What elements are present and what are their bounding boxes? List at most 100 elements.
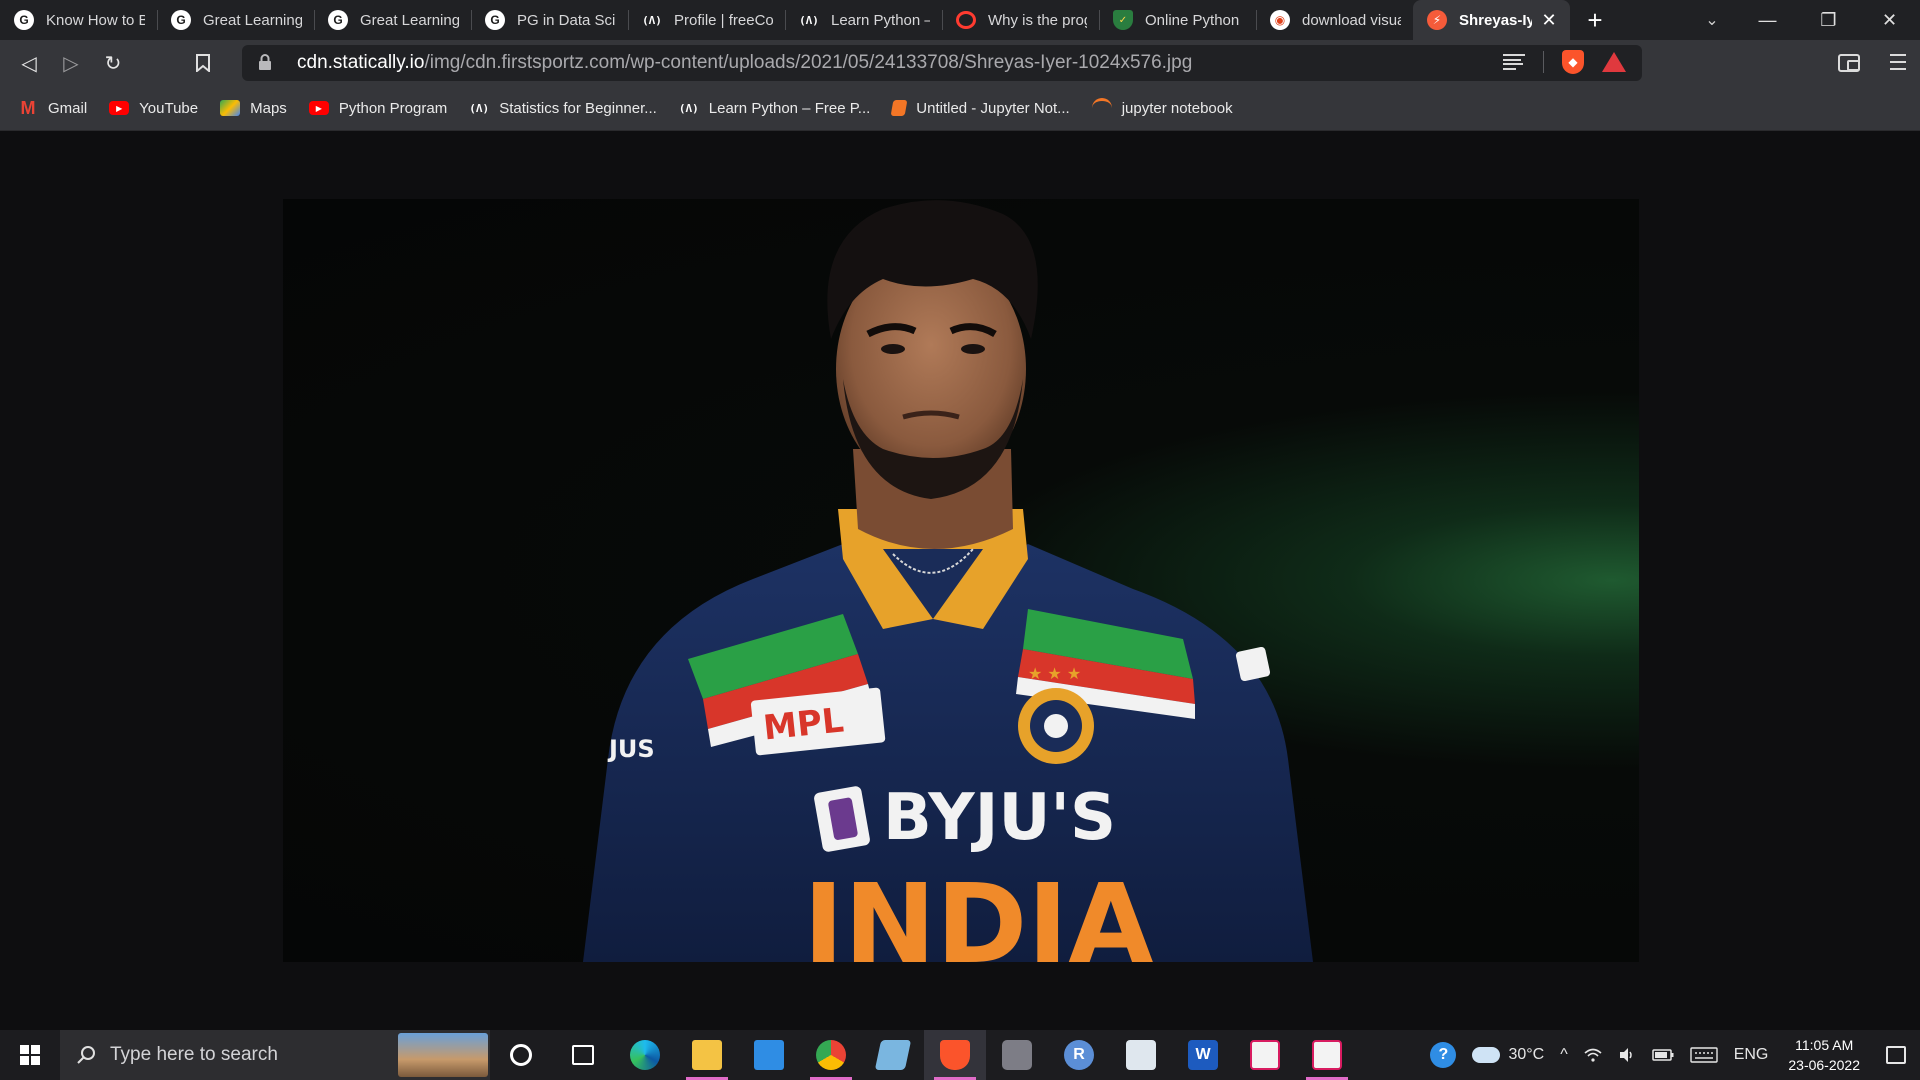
clock[interactable]: 11:05 AM 23-06-2022 <box>1776 1035 1872 1075</box>
taskbar-app-button[interactable] <box>614 1030 676 1080</box>
wifi-icon[interactable] <box>1576 1047 1610 1063</box>
weather-widget[interactable]: 30°C <box>1464 1046 1552 1064</box>
tab-10[interactable]: ⚡ Shreyas-Iyer ✕ <box>1413 0 1570 40</box>
taskbar-search[interactable]: Type here to search <box>60 1030 490 1080</box>
bookmark-item[interactable]: M Gmail <box>18 98 88 118</box>
bookmark-label: Untitled - Jupyter Not... <box>916 99 1070 117</box>
taskbar-app-button[interactable] <box>490 1030 552 1080</box>
bookmark-label: Maps <box>250 99 287 117</box>
taskbar-app-button[interactable] <box>552 1030 614 1080</box>
taskbar-app-button[interactable] <box>738 1030 800 1080</box>
tab-9[interactable]: ◉ download visual <box>1256 0 1413 40</box>
page-content: MPL ★ ★ ★ BYJU'S INDIA JUS <box>0 131 1920 1030</box>
player-photo: MPL ★ ★ ★ BYJU'S INDIA JUS <box>583 200 1313 962</box>
bookmark-label: Python Program <box>338 99 448 117</box>
tab-8[interactable]: ✓ Online Python - I <box>1099 0 1256 40</box>
forward-button[interactable]: ▷ <box>50 40 92 86</box>
search-placeholder: Type here to search <box>110 1044 278 1065</box>
tab-2[interactable]: G Great Learning: C <box>157 0 314 40</box>
minimize-button[interactable]: — <box>1737 0 1798 40</box>
taskbar-app-button[interactable] <box>1296 1030 1358 1080</box>
photo-image[interactable]: MPL ★ ★ ★ BYJU'S INDIA JUS <box>283 199 1639 962</box>
bookmark-item[interactable]: ▶ Python Program <box>308 99 448 117</box>
browser-toolbar: ◁ ▷ ↻ cdn.statically.io/img/cdn.firstspo… <box>0 40 1920 86</box>
search-highlight-icon[interactable] <box>398 1033 488 1077</box>
image-tab-icon: ⚡ <box>1427 10 1447 30</box>
youtube-icon: ▶ <box>308 101 329 115</box>
keyboard-icon[interactable] <box>1682 1047 1726 1063</box>
tab-6[interactable]: (Λ) Learn Python – F <box>785 0 942 40</box>
language-indicator[interactable]: ENG <box>1726 1046 1777 1064</box>
freecodecamp-icon: (Λ) <box>678 101 699 115</box>
taskbar-app-button[interactable] <box>1234 1030 1296 1080</box>
notepad-icon <box>1126 1040 1156 1070</box>
tab-1[interactable]: G Know How to Be <box>0 0 157 40</box>
taskbar-app-button[interactable] <box>800 1030 862 1080</box>
battery-icon[interactable] <box>1644 1049 1682 1061</box>
tab-5[interactable]: (Λ) Profile | freeCode <box>628 0 785 40</box>
wallet-icon[interactable] <box>1838 54 1860 72</box>
tab-3[interactable]: G Great Learning <box>314 0 471 40</box>
address-bar[interactable]: cdn.statically.io/img/cdn.firstsportz.co… <box>242 45 1642 81</box>
tab-strip: G Know How to Be G Great Learning: C G Great … <box>0 0 1920 40</box>
bookmark-item[interactable]: (Λ) Statistics for Beginner... <box>469 100 657 117</box>
jupyter-icon <box>1091 98 1112 118</box>
close-tab-icon[interactable]: ✕ <box>1540 10 1558 31</box>
shield-icon: ✓ <box>1113 10 1133 30</box>
tab-title: Know How to Be <box>46 11 145 29</box>
taskbar-app-button[interactable] <box>1110 1030 1172 1080</box>
reload-button[interactable]: ↻ <box>92 40 134 86</box>
tab-title: Great Learning: C <box>203 11 302 29</box>
start-button[interactable] <box>0 1030 60 1080</box>
bookmark-item[interactable]: ▶ YouTube <box>109 100 198 117</box>
taskbar-app-button[interactable] <box>924 1030 986 1080</box>
bookmarks-bar: M Gmail ▶ YouTube Maps ▶ Python Program (Λ) Stat… <box>0 86 1920 131</box>
taskbar-app-button[interactable]: W <box>1172 1030 1234 1080</box>
url-path: /img/cdn.firstsportz.com/wp-content/uplo… <box>424 52 1193 73</box>
tab-7[interactable]: Why is the progr <box>942 0 1099 40</box>
restore-button[interactable]: ❐ <box>1798 0 1859 40</box>
chrome-icon <box>816 1040 846 1070</box>
bookmark-item[interactable]: jupyter notebook <box>1091 98 1233 118</box>
close-window-button[interactable]: ✕ <box>1859 0 1920 40</box>
bookmark-icon[interactable] <box>182 40 224 86</box>
bookmark-label: Learn Python – Free P... <box>708 99 871 117</box>
tab-title: Learn Python – F <box>831 11 930 29</box>
bookmark-label: jupyter notebook <box>1121 99 1233 117</box>
bookmark-item[interactable]: Maps <box>220 100 287 117</box>
taskbar-app-button[interactable] <box>862 1030 924 1080</box>
mail-icon <box>754 1040 784 1070</box>
brave-icon <box>940 1040 970 1070</box>
jersey-shoulder-text: JUS <box>607 735 655 763</box>
taskbar-app-button[interactable]: R <box>1048 1030 1110 1080</box>
r-icon: R <box>1064 1040 1094 1070</box>
notifications-icon[interactable] <box>1872 1030 1920 1080</box>
windows-icon <box>20 1045 40 1065</box>
lock-icon <box>259 54 271 70</box>
help-icon[interactable]: ? <box>1430 1042 1457 1068</box>
tab-title: PG in Data Scien <box>517 11 616 29</box>
show-hidden-icons-chevron[interactable]: ^ <box>1552 1046 1576 1064</box>
system-tray: ? 30°C ^ ENG 11:05 AM 23-06-2022 <box>1422 1030 1920 1080</box>
bookmark-item[interactable]: (Λ) Learn Python – Free P... <box>678 99 871 117</box>
clock-time: 11:05 AM <box>1795 1037 1854 1053</box>
menu-icon[interactable] <box>1890 52 1906 72</box>
search-icon <box>77 1046 95 1064</box>
freecodecamp-icon: (Λ) <box>799 13 819 27</box>
bookmark-item[interactable]: Untitled - Jupyter Not... <box>890 99 1070 117</box>
task-view-icon <box>572 1045 594 1065</box>
reader-mode-icon[interactable] <box>1503 54 1525 70</box>
volume-icon[interactable] <box>1610 1047 1644 1063</box>
brave-rewards-icon[interactable] <box>1602 52 1626 72</box>
jersey-mpl-text: MPL <box>761 700 845 748</box>
taskbar-app-button[interactable] <box>676 1030 738 1080</box>
new-tab-button[interactable]: + <box>1570 0 1620 40</box>
taskbar-app-button[interactable] <box>986 1030 1048 1080</box>
tab-search-button[interactable]: ⌄ <box>1687 0 1737 40</box>
camera-icon <box>1002 1040 1032 1070</box>
back-button[interactable]: ◁ <box>8 40 50 86</box>
great-learning-icon: G <box>14 10 34 30</box>
quora-icon <box>956 11 976 29</box>
brave-shields-icon[interactable]: ◆ <box>1562 50 1584 74</box>
tab-4[interactable]: G PG in Data Scien <box>471 0 628 40</box>
